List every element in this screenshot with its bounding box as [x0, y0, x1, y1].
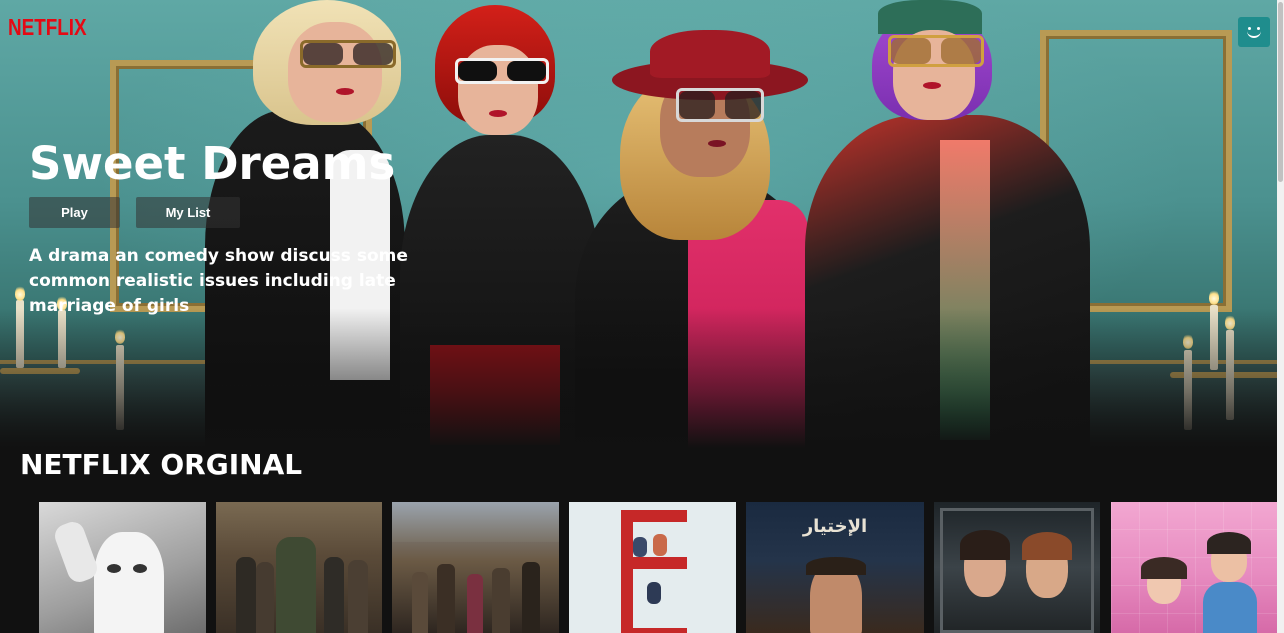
flame: [1209, 289, 1219, 305]
poster-5[interactable]: الإختيار: [746, 502, 924, 633]
poster-7[interactable]: [1111, 502, 1277, 633]
poster-2[interactable]: [216, 502, 382, 633]
poster-4[interactable]: [569, 502, 736, 633]
poster-5-title: الإختيار: [802, 516, 868, 537]
row-title: NETFLIX ORGINAL: [20, 448, 303, 481]
my-list-button[interactable]: My List: [136, 197, 240, 228]
hero-title: Sweet Dreams: [29, 137, 396, 190]
netflix-logo[interactable]: NETFLIX: [8, 14, 87, 41]
page-scrollbar[interactable]: [1277, 0, 1284, 633]
avatar-smile: [1247, 30, 1261, 38]
hero-fade: [0, 308, 1284, 448]
hero-description: A drama an comedy show discuss some comm…: [29, 246, 408, 316]
poster-3[interactable]: [392, 502, 559, 633]
scrollbar-thumb[interactable]: [1278, 2, 1283, 182]
play-button[interactable]: Play: [29, 197, 120, 228]
poster-6[interactable]: [934, 502, 1100, 633]
smiley-avatar-icon[interactable]: [1238, 17, 1270, 47]
flame: [15, 285, 25, 301]
poster-1[interactable]: [39, 502, 206, 633]
